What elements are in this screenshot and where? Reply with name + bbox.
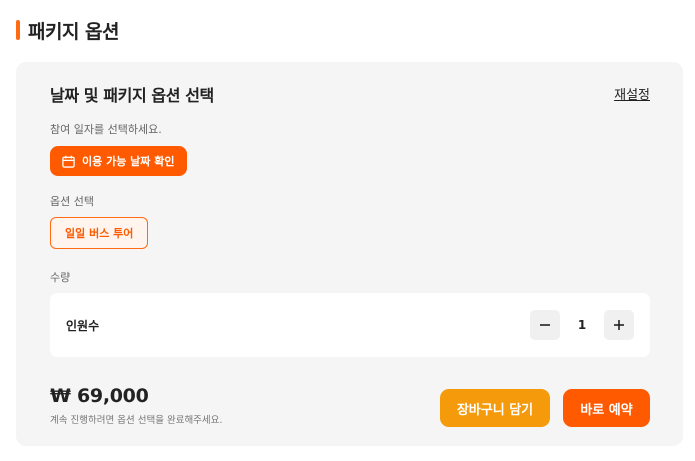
decrease-button[interactable] [530, 310, 560, 340]
date-button-label: 이용 가능 날짜 확인 [82, 155, 175, 168]
panel-heading: 날짜 및 패키지 옵션 선택 [50, 86, 214, 105]
quantity-value: 1 [577, 318, 587, 332]
book-now-button[interactable]: 바로 예약 [563, 389, 650, 427]
package-option-panel: 날짜 및 패키지 옵션 선택 재설정 참여 일자를 선택하세요. 이용 가능 날… [16, 62, 683, 446]
option-label: 옵션 선택 [50, 195, 94, 208]
section-header: 패키지 옵션 [16, 17, 120, 43]
plus-icon [614, 320, 624, 330]
add-to-cart-button[interactable]: 장바구니 담기 [440, 389, 550, 427]
section-title: 패키지 옵션 [28, 20, 120, 43]
date-label: 참여 일자를 선택하세요. [50, 123, 162, 136]
quantity-item-name: 인원수 [66, 319, 100, 333]
completion-hint: 계속 진행하려면 옵션 선택을 완료해주세요. [50, 415, 223, 426]
reset-link[interactable]: 재설정 [614, 84, 650, 103]
title-accent-bar [16, 20, 20, 40]
check-available-dates-button[interactable]: 이용 가능 날짜 확인 [50, 146, 188, 176]
quantity-stepper: 1 [530, 309, 634, 341]
calendar-icon [62, 155, 75, 168]
option-chip-label: 일일 버스 투어 [65, 227, 134, 240]
minus-icon [540, 324, 550, 326]
total-price: ₩ 69,000 [50, 385, 149, 407]
quantity-label: 수량 [50, 271, 71, 284]
option-chip-daily-bus-tour[interactable]: 일일 버스 투어 [50, 217, 149, 249]
quantity-card: 인원수 1 [50, 293, 650, 357]
increase-button[interactable] [604, 310, 634, 340]
